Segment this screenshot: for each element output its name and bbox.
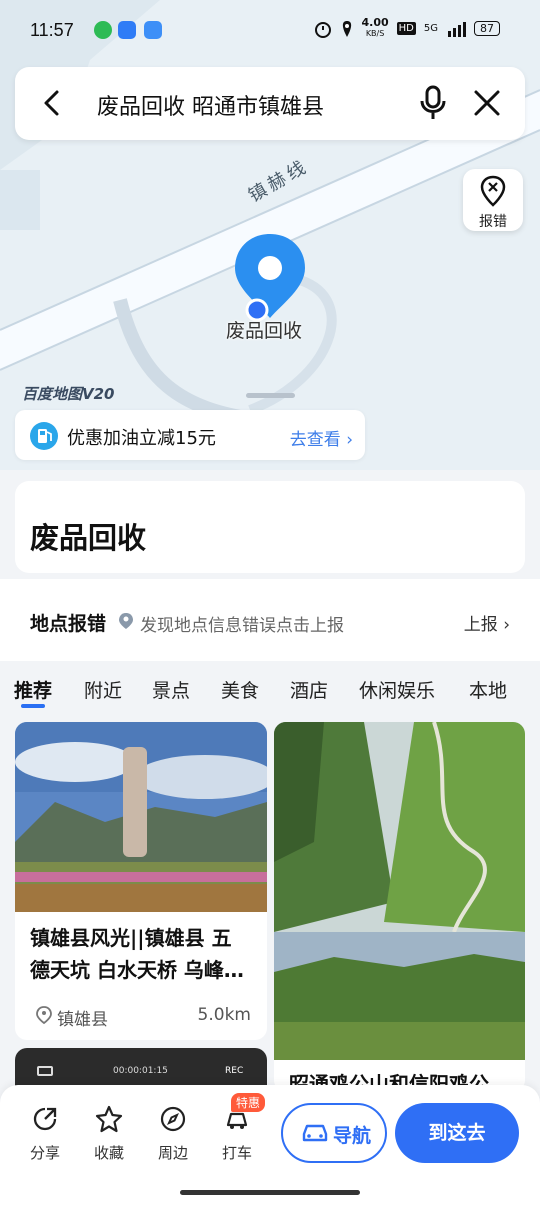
tab-nearby[interactable]: 附近 (84, 676, 122, 703)
taxi-label: 打车 (221, 1144, 252, 1162)
status-time: 11:57 (30, 20, 74, 40)
location-pin-icon[interactable] (230, 230, 310, 326)
navigate-button[interactable]: 导航 (281, 1103, 387, 1163)
tab-attractions[interactable]: 景点 (152, 676, 190, 703)
promo-link[interactable]: 去查看 › (290, 425, 353, 450)
search-bar[interactable]: 废品回收 昭通市镇雄县 (15, 67, 525, 140)
car-icon (302, 1124, 328, 1142)
video-rec-label: REC (225, 1066, 244, 1076)
pin-error-icon (480, 175, 506, 207)
map-view[interactable]: 11:57 4.00 KB/S HD 5G 87 废品回收 昭通市镇雄县 报错 镇… (0, 0, 540, 470)
report-action[interactable]: 上报 › (464, 610, 510, 635)
card-title: 镇雄县风光||镇雄县 五 德天坑 白水天桥 乌峰… (30, 926, 244, 982)
go-here-button[interactable]: 到这去 (395, 1103, 519, 1163)
place-report-row[interactable]: 地点报错 发现地点信息错误点击上报 上报 › (0, 579, 540, 661)
star-icon (95, 1105, 123, 1133)
feed-card[interactable]: 昭通鸡公山和信阳鸡公 (274, 722, 525, 1092)
search-query[interactable]: 废品回收 昭通市镇雄县 (97, 89, 324, 121)
report-row-title: 地点报错 (30, 613, 107, 635)
hd-indicator: HD (396, 22, 416, 35)
place-title: 废品回收 (30, 521, 147, 555)
cloud-app-icon (118, 21, 136, 39)
card-distance: 5.0km (197, 1005, 251, 1025)
map-watermark: 百度地图V20 (22, 385, 115, 403)
feed-card[interactable]: 镇雄县风光||镇雄县 五 德天坑 白水天桥 乌峰… 镇雄县 5.0km (15, 722, 267, 1040)
map-report-button[interactable]: 报错 (463, 169, 523, 231)
weather-app-icon (144, 21, 162, 39)
battery-small-icon (37, 1066, 53, 1076)
compass-icon (160, 1106, 186, 1132)
battery-indicator: 87 (474, 21, 500, 36)
card-image (15, 722, 267, 912)
signal-icon (448, 21, 466, 37)
map-report-label: 报错 (479, 214, 507, 230)
close-icon[interactable] (471, 87, 503, 119)
tab-recommended[interactable]: 推荐 (14, 676, 52, 703)
tab-local[interactable]: 本地 (469, 676, 507, 703)
app-notification-icon (94, 21, 112, 39)
place-title-card: 废品回收 (15, 481, 525, 573)
tab-leisure[interactable]: 休闲娱乐 (359, 676, 435, 703)
report-row-hint: 发现地点信息错误点击上报 (140, 616, 344, 636)
favorite-button[interactable]: 收藏 (79, 1105, 139, 1163)
back-arrow-icon[interactable] (37, 87, 69, 119)
status-bar: 11:57 4.00 KB/S HD 5G 87 (0, 0, 540, 62)
card-location: 镇雄县 (57, 1010, 108, 1030)
chevron-right-icon: › (346, 430, 353, 450)
taxi-badge: 特惠 (231, 1093, 266, 1112)
favorite-label: 收藏 (93, 1144, 124, 1162)
gas-pump-icon (30, 422, 58, 450)
taxi-button[interactable]: 特惠 打车 (207, 1093, 267, 1163)
active-tab-indicator (21, 704, 45, 708)
category-tabs: 推荐 附近 景点 美食 酒店 休闲娱乐 本地 (0, 661, 540, 713)
nearby-button[interactable]: 周边 (143, 1105, 203, 1163)
microphone-icon[interactable] (419, 85, 447, 121)
pin-label: 废品回收 (226, 320, 303, 342)
card-image (274, 722, 525, 1060)
tab-food[interactable]: 美食 (221, 676, 259, 703)
home-indicator[interactable] (180, 1190, 360, 1195)
network-speed: 4.00 KB/S (361, 16, 389, 38)
location-pin-small-icon (119, 613, 133, 629)
navigate-label: 导航 (333, 1125, 372, 1147)
share-icon (33, 1107, 57, 1131)
alarm-icon (314, 21, 331, 38)
drag-handle[interactable] (246, 393, 295, 398)
share-button[interactable]: 分享 (15, 1105, 75, 1163)
promo-text: 优惠加油立减15元 (67, 428, 216, 449)
location-icon (342, 20, 351, 37)
bottom-action-bar: 分享 收藏 周边 特惠 打车 导航 到这去 (0, 1085, 540, 1206)
fuel-promo-banner[interactable]: 优惠加油立减15元 去查看 › (15, 410, 365, 460)
video-timecode: 00:00:01:15 (113, 1066, 168, 1076)
share-label: 分享 (29, 1144, 60, 1162)
nearby-label: 周边 (157, 1144, 188, 1162)
location-pin-outline-icon (36, 1006, 52, 1025)
tab-hotels[interactable]: 酒店 (290, 676, 328, 703)
signal-5g: 5G (423, 23, 438, 34)
